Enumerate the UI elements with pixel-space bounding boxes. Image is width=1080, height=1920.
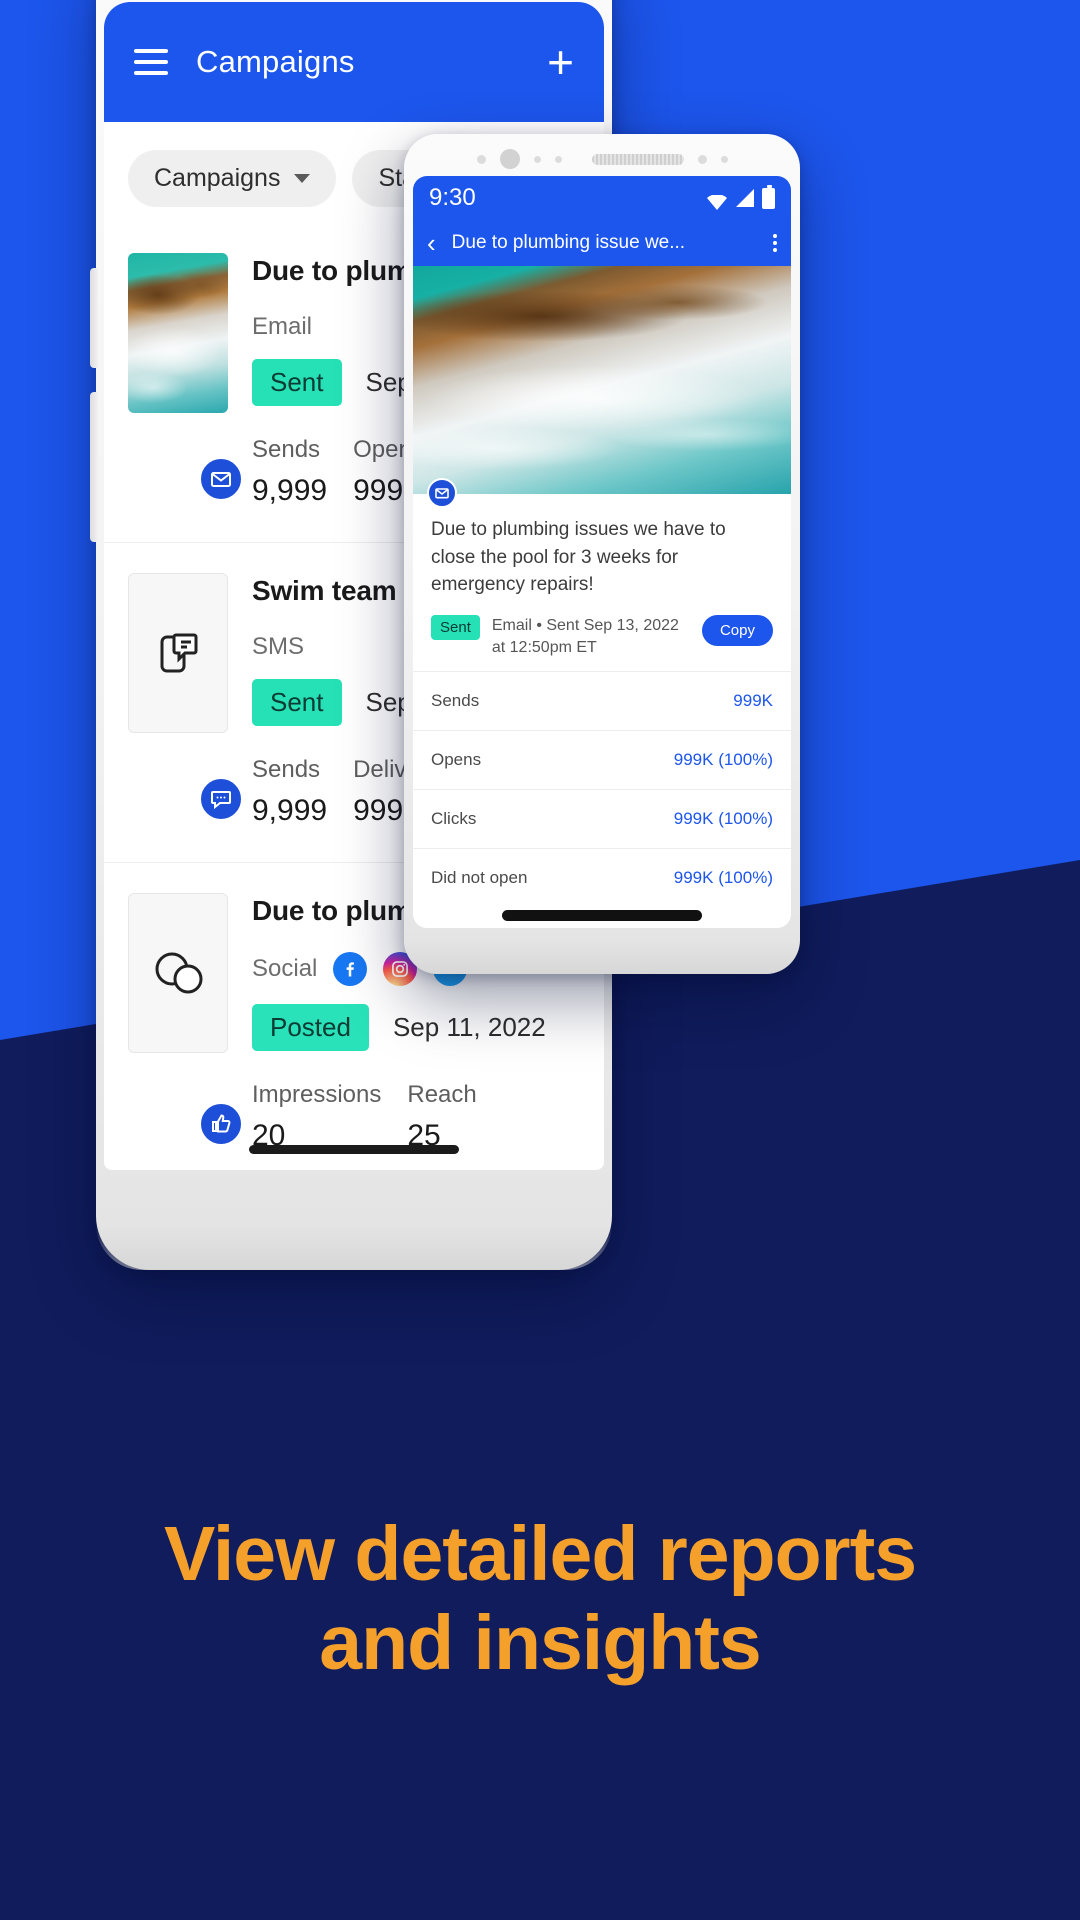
campaign-thumbnail-social — [128, 892, 228, 1053]
campaign-detail-headline: Due to plumbing issues we have to close … — [431, 519, 726, 596]
device-button-volume-down — [90, 392, 98, 542]
chevron-down-icon — [294, 174, 311, 183]
back-chevron-icon[interactable]: ‹ — [427, 230, 436, 256]
stat-value: 999K (100%) — [673, 809, 773, 829]
stat-label: Clicks — [431, 809, 477, 829]
sensor-dot — [554, 155, 562, 163]
metric-value: 9,999 — [252, 473, 328, 507]
email-icon — [427, 478, 457, 508]
campaign-thumbnail-wrap — [128, 572, 244, 828]
copy-button[interactable]: Copy — [701, 614, 773, 646]
status-bar-time: 9:30 — [429, 184, 476, 211]
thumbs-up-icon — [198, 1101, 244, 1148]
stat-row-opens: Opens 999K (100%) — [413, 730, 791, 789]
stat-value: 999K — [733, 691, 773, 711]
status-bar: 9:30 — [413, 176, 791, 220]
campaign-channel: Social — [252, 955, 318, 983]
email-icon — [198, 455, 244, 502]
campaign-metrics: Impressions 20 Reach 25 — [252, 1081, 580, 1153]
metric: Impressions 20 — [252, 1081, 381, 1153]
home-indicator[interactable] — [502, 909, 702, 921]
filter-chip-label: Campaigns — [154, 164, 281, 192]
navigation-bar — [413, 902, 791, 928]
metric-value: 9,999 — [252, 793, 328, 827]
status-badge: Sent — [252, 678, 342, 726]
stat-label: Sends — [431, 691, 480, 711]
promo-headline-line1: View detailed reports — [163, 1511, 917, 1597]
sensor-dot — [697, 154, 707, 164]
metric-label: Reach — [407, 1081, 477, 1109]
status-bar-icons — [706, 184, 775, 210]
earpiece-speaker — [591, 153, 684, 165]
signal-icon — [736, 189, 754, 207]
campaign-channel: SMS — [252, 632, 305, 660]
home-indicator — [249, 1145, 459, 1154]
campaign-detail-meta: Email • Sent Sep 13, 2022 at 12:50pm ET — [491, 616, 679, 657]
campaign-thumbnail-sms — [128, 572, 228, 733]
promo-headline-line2: and insights — [319, 1600, 761, 1687]
campaign-detail-meta-row: Sent Email • Sent Sep 13, 2022 at 12:50p… — [431, 614, 773, 660]
metric-label: Sends — [252, 435, 321, 463]
stat-row-clicks: Clicks 999K (100%) — [413, 789, 791, 848]
detail-appbar: ‹ Due to plumbing issue we... — [413, 220, 791, 266]
kebab-menu-icon[interactable] — [773, 234, 777, 252]
campaign-thumbnail-photo — [128, 253, 228, 413]
stat-label: Opens — [431, 750, 482, 770]
campaign-channel: Email — [252, 312, 313, 340]
hamburger-icon[interactable] — [134, 49, 168, 75]
campaign-thumbnail-wrap — [128, 253, 244, 508]
campaign-date: Sep 11, 2022 — [392, 1012, 546, 1043]
sensor-dot — [533, 155, 541, 163]
metric-label: Sends — [252, 755, 321, 783]
filter-chip-campaigns[interactable]: Campaigns — [128, 150, 337, 207]
status-badge: Posted — [252, 1004, 369, 1052]
campaign-detail-body: Due to plumbing issues we have to close … — [413, 494, 791, 671]
plus-icon[interactable]: + — [547, 39, 574, 85]
sensor-dot — [476, 154, 486, 164]
stat-label: Did not open — [431, 868, 528, 888]
campaign-hero-image — [413, 266, 791, 508]
stat-row-did-not-open: Did not open 999K (100%) — [413, 848, 791, 907]
stat-value: 999K (100%) — [673, 868, 773, 888]
campaigns-appbar: Campaigns + — [104, 2, 604, 122]
campaign-detail-screen: 9:30 ‹ Due to plumbing issue we... Due t… — [413, 176, 791, 928]
metric: Sends 9,999 — [252, 756, 327, 828]
metric: Sends 9,999 — [252, 436, 327, 508]
wifi-icon — [706, 190, 728, 210]
detail-title: Due to plumbing issue we... — [451, 232, 686, 253]
status-badge: Sent — [252, 358, 342, 406]
facebook-icon — [333, 952, 368, 987]
status-badge: Sent — [431, 614, 480, 640]
sensor-dot — [720, 155, 728, 163]
sms-icon — [198, 775, 244, 822]
front-camera-icon — [499, 149, 520, 169]
page-title: Campaigns — [196, 44, 355, 79]
metric: Reach 25 — [407, 1081, 476, 1153]
battery-icon — [762, 184, 775, 209]
campaign-thumbnail-wrap — [128, 892, 244, 1154]
front-phone-device: 9:30 ‹ Due to plumbing issue we... Due t… — [404, 134, 800, 974]
device-button-volume-up — [90, 268, 98, 368]
stat-value: 999K (100%) — [673, 750, 773, 770]
device-sensor-row — [404, 148, 800, 170]
promo-headline: View detailed reports and insights — [0, 1510, 1080, 1689]
metric-label: Impressions — [252, 1081, 382, 1109]
campaign-status-row: Posted Sep 11, 2022 — [252, 1004, 580, 1052]
stat-row-sends: Sends 999K — [413, 671, 791, 730]
